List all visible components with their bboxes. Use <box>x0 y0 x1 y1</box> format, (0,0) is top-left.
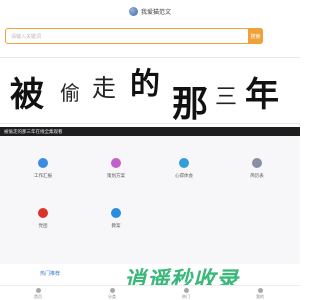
user-icon <box>257 288 263 293</box>
grid-item-work-report[interactable]: 工作汇报 <box>23 158 63 179</box>
grid-label: 策划方案 <box>107 173 125 178</box>
nav-label: 首页 <box>34 294 42 299</box>
banner-char-3: 走 <box>92 74 116 102</box>
home-icon <box>35 288 41 293</box>
site-header: 我爱猫范文 <box>0 0 300 22</box>
bulb-icon <box>179 158 189 168</box>
grid-item-plan[interactable]: 策划方案 <box>96 158 136 179</box>
banner-char-6: 三 <box>215 85 237 110</box>
site-title[interactable]: 我爱猫范文 <box>141 7 171 16</box>
nav-item-category[interactable]: 分类 <box>97 288 127 300</box>
grid-item-experience[interactable]: 心得体会 <box>164 158 204 179</box>
banner-calligraphy: 被 偷 走 的 那 三 年 <box>10 67 279 123</box>
graduation-cap-icon <box>111 208 121 218</box>
nav-item-mine[interactable]: 我的 <box>245 288 275 300</box>
nav-label: 热门 <box>182 294 190 299</box>
grid-item-party[interactable]: 党团 <box>23 208 63 229</box>
nav-label: 我的 <box>256 294 264 299</box>
hot-recommend-link[interactable]: 热门推荐 <box>40 270 60 277</box>
search-button[interactable]: 搜索 <box>248 28 263 44</box>
globe-icon <box>128 6 138 16</box>
nav-item-hot[interactable]: 热门 <box>171 288 201 300</box>
search-input[interactable]: 请输入关键词 <box>5 28 263 44</box>
grid-item-lesson-plan[interactable]: 教案 <box>96 208 136 229</box>
users-icon <box>252 158 262 168</box>
grid-label: 教案 <box>111 223 121 228</box>
news-ticker[interactable]: 被偷走的那三年在线全集观看 <box>0 127 300 136</box>
grid-label: 工作汇报 <box>34 173 52 178</box>
search-placeholder: 请输入关键词 <box>11 33 42 40</box>
grid-label: 简历表 <box>250 173 264 178</box>
banner[interactable]: 被 偷 走 的 那 三 年 <box>0 57 300 124</box>
banner-char-1: 被 <box>10 75 44 115</box>
smile-icon <box>111 158 121 168</box>
nav-item-home[interactable]: 首页 <box>23 288 53 300</box>
news-text[interactable]: 被偷走的那三年在线全集观看 <box>4 129 63 135</box>
fire-icon <box>183 288 189 293</box>
grid-icon <box>109 288 115 293</box>
chat-icon <box>38 158 48 168</box>
party-icon <box>38 208 48 218</box>
bottom-nav: 首页 分类 热门 我的 <box>0 285 300 300</box>
banner-char-5: 那 <box>172 83 208 123</box>
banner-char-4: 的 <box>130 67 160 102</box>
grid-item-resume[interactable]: 简历表 <box>237 158 277 179</box>
nav-label: 分类 <box>108 294 116 299</box>
banner-char-2: 偷 <box>60 81 80 105</box>
grid-label: 党团 <box>38 223 48 228</box>
grid-label: 心得体会 <box>175 173 193 178</box>
banner-char-7: 年 <box>245 75 279 115</box>
category-grid: 工作汇报 策划方案 心得体会 简历表 党团 教案 <box>0 136 300 264</box>
